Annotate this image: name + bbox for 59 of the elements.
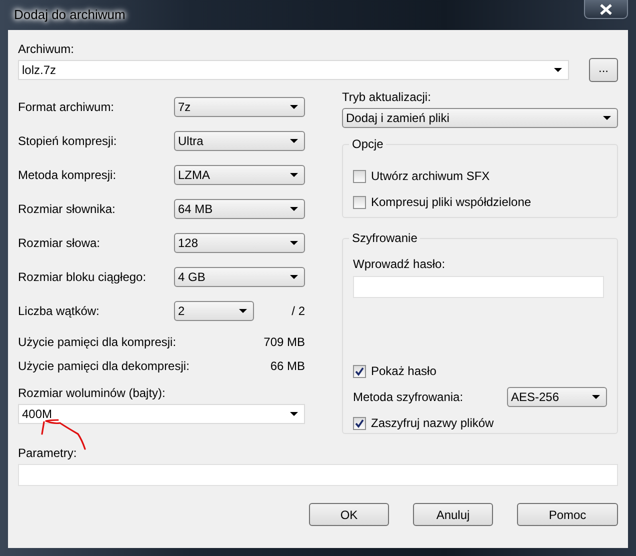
caret-icon: [592, 395, 600, 399]
setting-label: Rozmiar bloku ciągłego:: [18, 270, 148, 284]
caret-icon: [290, 241, 298, 245]
update-mode-dropdown[interactable]: Dodaj i zamień pliki: [342, 108, 618, 128]
browse-button[interactable]: ...: [589, 58, 618, 82]
field-label: Parametry:: [18, 446, 78, 460]
dialog-button[interactable]: Pomoc: [517, 503, 618, 526]
dropdown[interactable]: LZMA: [174, 165, 305, 185]
caret-icon: [290, 105, 298, 109]
checkbox[interactable]: [353, 364, 366, 378]
setting-label: Rozmiar słownika:: [18, 202, 116, 216]
setting-label: Rozmiar słowa:: [18, 236, 102, 250]
memory-value: 709 MB: [264, 335, 305, 349]
caret-icon: [239, 309, 247, 313]
password-field[interactable]: [353, 276, 604, 298]
field-label: Tryb aktualizacji:: [342, 90, 432, 104]
setting-label: Format archiwum:: [18, 100, 116, 114]
memory-value: 66 MB: [270, 359, 305, 373]
close-icon: [600, 4, 612, 14]
setting-label: Metoda kompresji:: [18, 168, 118, 182]
dropdown[interactable]: Ultra: [174, 131, 305, 151]
setting-label: Liczba wątków:: [18, 304, 100, 318]
caret-icon: [290, 173, 298, 177]
caret-icon: [603, 116, 611, 120]
memory-label: Użycie pamięci dla dekompresji:: [18, 359, 190, 373]
caret-icon: [290, 139, 298, 143]
dropdown[interactable]: 64 MB: [174, 199, 305, 219]
setting-label: Metoda szyfrowania:: [353, 390, 464, 404]
checkbox-label[interactable]: Pokaż hasło: [371, 364, 436, 378]
dialog-button[interactable]: Anuluj: [413, 503, 493, 526]
group-title: Szyfrowanie: [349, 231, 420, 245]
group-title: Opcje: [349, 137, 386, 151]
caret-icon: [290, 207, 298, 211]
field-label: Archiwum:: [18, 42, 76, 56]
volume-size-dropdown[interactable]: 400M: [18, 404, 305, 424]
dropdown[interactable]: 2: [174, 301, 254, 321]
dropdown[interactable]: 4 GB: [174, 267, 305, 287]
checkbox-label[interactable]: Kompresuj pliki współdzielone: [371, 195, 532, 209]
parameters-field[interactable]: [18, 464, 618, 486]
field-label: Rozmiar woluminów (bajty):: [18, 386, 166, 400]
checkbox[interactable]: [353, 170, 366, 182]
caret-icon: [290, 275, 298, 279]
checkbox-label[interactable]: Utwórz archiwum SFX: [371, 169, 490, 183]
dropdown[interactable]: 128: [174, 233, 305, 253]
dropdown[interactable]: AES-256: [507, 387, 607, 407]
archive-dropdown[interactable]: lolz.7z: [18, 60, 569, 80]
dialog-button[interactable]: OK: [309, 503, 389, 526]
checkbox[interactable]: [353, 196, 366, 208]
caret-icon: [290, 412, 298, 416]
checkbox-label[interactable]: Zaszyfruj nazwy plików: [371, 416, 494, 430]
field-label: Wprowadź hasło:: [353, 257, 446, 271]
window-title: Dodaj do archiwum: [13, 7, 126, 22]
close-button[interactable]: [584, 0, 628, 19]
memory-label: Użycie pamięci dla kompresji:: [18, 335, 176, 349]
setting-label: Stopień kompresji:: [18, 134, 118, 148]
dropdown[interactable]: 7z: [174, 97, 305, 117]
caret-icon: [554, 68, 562, 72]
checkbox[interactable]: [353, 416, 366, 430]
thread-count-text: / 2: [292, 304, 305, 318]
